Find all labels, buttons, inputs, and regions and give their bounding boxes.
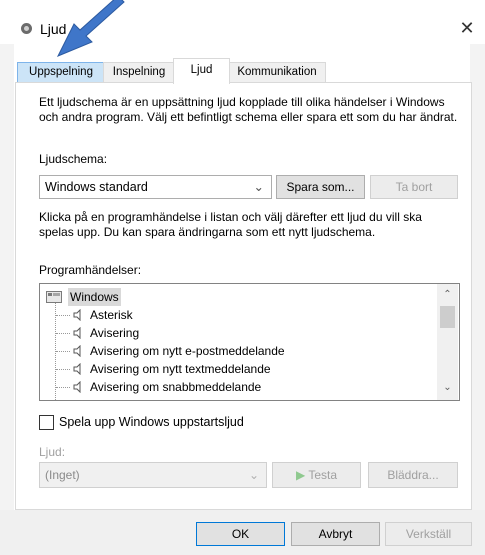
- sound-select-value: (Inget): [45, 468, 80, 482]
- list-item-label: Avisering om nytt textmeddelande: [90, 362, 271, 376]
- sound-dialog: Ljud ✕ Uppspelning Inspelning Kommunikat…: [0, 0, 485, 555]
- save-as-button[interactable]: Spara som...: [276, 175, 365, 199]
- test-button[interactable]: ▶ Testa: [272, 462, 361, 488]
- window-margin-right: [470, 44, 485, 555]
- speaker-icon: [73, 309, 81, 321]
- delete-button[interactable]: Ta bort: [370, 175, 458, 199]
- events-scrollbar[interactable]: ⌃ ⌄: [437, 284, 458, 400]
- tab-sounds[interactable]: Ljud: [173, 58, 230, 84]
- play-icon: ▶: [295, 468, 306, 482]
- cancel-button[interactable]: Avbryt: [291, 522, 380, 546]
- list-item-label: Asterisk: [90, 308, 133, 322]
- sound-label: Ljud:: [39, 445, 66, 459]
- scroll-down-icon[interactable]: ⌄: [437, 381, 458, 395]
- events-list[interactable]: Windows Asterisk Avisering Avisering om …: [39, 283, 460, 401]
- scheme-select-value: Windows standard: [45, 180, 148, 194]
- list-item-label: Avisering om nytt e-postmeddelande: [90, 344, 285, 358]
- tab-communication[interactable]: Kommunikation: [228, 62, 326, 82]
- list-item-label: Avisering om snabbmeddelande: [90, 380, 262, 394]
- tree-connector: [56, 351, 70, 352]
- close-button[interactable]: ✕: [455, 16, 479, 40]
- startup-sound-checkbox[interactable]: [39, 415, 54, 430]
- scrollbar-thumb[interactable]: [440, 306, 455, 328]
- list-item-label: Windows: [68, 288, 121, 306]
- test-button-label: Testa: [308, 468, 338, 482]
- window-margin-left: [0, 44, 14, 555]
- tree-connector: [56, 333, 70, 334]
- events-hint: Klicka på en programhändelse i listan oc…: [39, 210, 422, 239]
- startup-sound-label[interactable]: Spela upp Windows uppstartsljud: [59, 415, 244, 430]
- scheme-label: Ljudschema:: [39, 152, 108, 166]
- apply-button[interactable]: Verkställ: [385, 522, 472, 546]
- chevron-down-icon: ⌄: [253, 180, 264, 194]
- chevron-down-icon: ⌄: [248, 468, 259, 482]
- speaker-icon: [73, 363, 81, 375]
- annotation-arrow-icon: [56, 0, 125, 57]
- scheme-select[interactable]: Windows standard ⌄: [39, 175, 272, 199]
- tree-connector: [56, 315, 70, 316]
- events-label: Programhändelser:: [39, 263, 142, 277]
- scroll-up-icon[interactable]: ⌃: [437, 288, 458, 302]
- speaker-icon: [73, 327, 81, 339]
- windows-folder-icon: [46, 291, 62, 303]
- speaker-icon: [73, 381, 81, 393]
- tree-connector: [56, 387, 70, 388]
- speaker-app-icon: [21, 23, 32, 34]
- scheme-description: Ett ljudschema är en uppsättning ljud ko…: [39, 95, 458, 124]
- browse-button[interactable]: Bläddra...: [368, 462, 458, 488]
- tree-connector: [56, 369, 70, 370]
- tab-recording[interactable]: Inspelning: [103, 62, 175, 82]
- tab-playback[interactable]: Uppspelning: [17, 62, 105, 82]
- list-item-label: Avisering: [90, 326, 140, 340]
- speaker-icon: [73, 345, 81, 357]
- sound-select[interactable]: (Inget) ⌄: [39, 462, 267, 488]
- ok-button[interactable]: OK: [196, 522, 285, 546]
